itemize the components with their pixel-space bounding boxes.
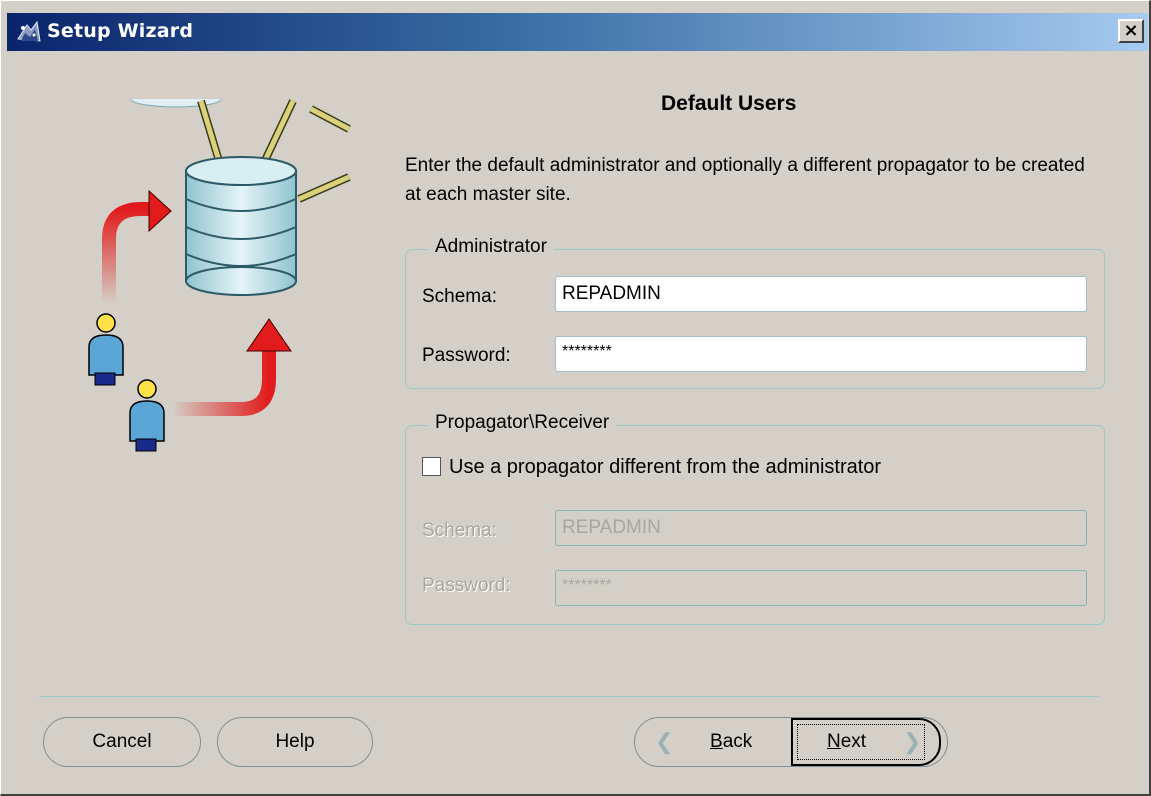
title-bar[interactable]: Setup Wizard × xyxy=(7,13,1148,51)
help-button[interactable]: Help xyxy=(217,717,373,767)
back-button-label: Back xyxy=(710,731,753,752)
admin-schema-input[interactable]: REPADMIN xyxy=(555,276,1087,312)
user-figure-1 xyxy=(88,313,124,386)
window-title: Setup Wizard xyxy=(47,20,194,42)
page-description: Enter the default administrator and opti… xyxy=(405,155,1085,205)
admin-schema-label: Schema: xyxy=(422,286,497,307)
cancel-button[interactable]: Cancel xyxy=(43,717,201,767)
footer-separator xyxy=(39,696,1099,697)
administrator-legend: Administrator xyxy=(428,236,554,258)
replication-illustration-icon xyxy=(88,99,351,452)
next-button[interactable]: Next ❯ xyxy=(791,718,941,766)
setup-wizard-window: Setup Wizard × Default Users Enter the d… xyxy=(0,0,1151,796)
propagator-password-input[interactable]: ******** xyxy=(555,570,1087,606)
propagator-schema-input[interactable]: REPADMIN xyxy=(555,510,1087,546)
chevron-left-icon: ❮ xyxy=(655,729,674,754)
chevron-right-icon: ❯ xyxy=(903,729,922,754)
back-button[interactable]: ❮ Back xyxy=(635,718,790,766)
propagator-password-label: Password: xyxy=(422,575,511,596)
wizard-icon xyxy=(17,20,41,42)
admin-password-input[interactable]: ******** xyxy=(555,336,1087,372)
admin-password-label: Password: xyxy=(422,345,511,366)
navigation-button-group: ❮ Back Next ❯ xyxy=(634,717,948,767)
next-button-label: Next xyxy=(827,731,867,752)
propagator-legend: Propagator\Receiver xyxy=(428,412,617,434)
close-button[interactable]: × xyxy=(1118,19,1144,43)
close-icon: × xyxy=(1123,20,1139,41)
user-figure-2 xyxy=(129,379,165,452)
propagator-schema-label: Schema: xyxy=(422,520,497,541)
use-different-propagator-label[interactable]: Use a propagator different from the admi… xyxy=(449,456,881,479)
page-title: Default Users xyxy=(661,92,797,115)
use-different-propagator-checkbox[interactable] xyxy=(422,457,441,476)
